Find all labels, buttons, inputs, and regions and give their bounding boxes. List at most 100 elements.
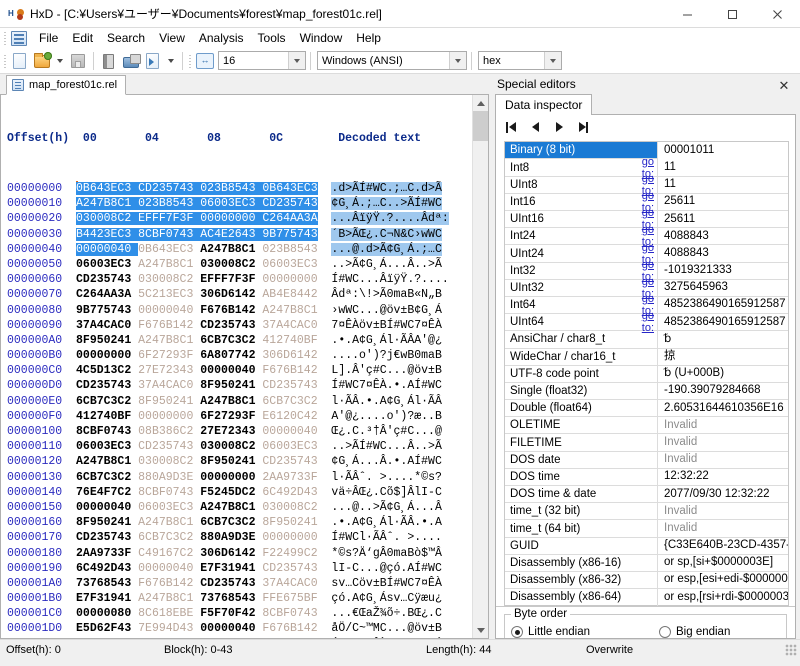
hex-group[interactable]: CD235743 [138, 182, 201, 196]
data-inspector-value[interactable]: 25611 [657, 210, 788, 228]
data-inspector-value[interactable]: -190.39079284668 [657, 382, 788, 400]
hex-group[interactable]: 06003EC3 [200, 197, 263, 211]
hex-group[interactable]: AC4E2643 [200, 227, 263, 241]
decoded-text[interactable]: A'@¿....o')?æ..B [331, 410, 441, 423]
hex-group[interactable]: 06003EC3 [262, 258, 317, 271]
data-inspector-value[interactable]: 2.60531644610356E16 [657, 399, 788, 417]
hex-group[interactable]: CD235743 [262, 197, 318, 211]
hex-row[interactable]: 000001B0 E7F31941 A247B8C1 73768543 FFE6… [7, 591, 472, 606]
close-button[interactable] [755, 0, 800, 28]
hex-group[interactable]: CD235743 [200, 319, 262, 332]
last-record-button[interactable] [576, 120, 590, 134]
hex-group[interactable]: 023B8543 [138, 197, 201, 211]
hex-group[interactable]: 8F950241 [262, 516, 317, 529]
hex-group[interactable]: 00000000 [262, 531, 317, 544]
hex-content[interactable]: Offset(h) 00 04 08 0C Decoded text 00000… [1, 95, 472, 638]
hex-group[interactable]: FFE675BF [262, 592, 317, 605]
menu-item-analysis[interactable]: Analysis [192, 29, 251, 47]
hex-group[interactable]: 880A9D3E [200, 531, 262, 544]
scrollbar-thumb[interactable] [473, 111, 488, 141]
hex-group[interactable]: 00000080 [76, 607, 138, 620]
hex-group[interactable]: 73768543 [76, 577, 138, 590]
hex-row[interactable]: 00000120 A247B8C1 030008C2 8F950241 CD23… [7, 454, 472, 469]
hex-group[interactable]: 412740BF [76, 410, 138, 423]
minimize-button[interactable] [665, 0, 710, 28]
hex-group[interactable]: CD235743 [76, 273, 138, 286]
menu-item-edit[interactable]: Edit [65, 29, 100, 47]
hex-group[interactable]: 0B643EC3 [138, 243, 200, 256]
hex-group[interactable]: 06003EC3 [262, 440, 317, 453]
data-inspector-value[interactable]: -1019321333 [657, 262, 788, 280]
encoding-select[interactable]: Windows (ANSI) [317, 51, 467, 70]
next-record-button[interactable] [552, 120, 566, 134]
go-to-link[interactable]: go to: [627, 310, 657, 334]
hex-group[interactable]: CD235743 [76, 531, 138, 544]
hex-group[interactable]: 4C5D13C2 [76, 364, 138, 377]
open-ram-button[interactable] [99, 51, 119, 71]
hex-group[interactable]: 8F950241 [76, 334, 138, 347]
decoded-text[interactable]: .d>ÃÍ#WC.;…C.d>Ã [331, 182, 442, 196]
hex-group[interactable]: 6CB7C3C2 [138, 531, 200, 544]
hex-group[interactable]: AB4E8442 [262, 288, 317, 301]
data-inspector-row[interactable]: UInt64 go to: 4852386490165912587 [505, 310, 788, 334]
data-inspector-row[interactable]: DOS date Invalid [505, 451, 788, 469]
data-inspector-value[interactable]: {C33E640B-23CD-4357-023B-8543 [657, 537, 788, 555]
data-inspector-row[interactable]: Disassembly (x86-16) or sp,[si+$0000003E] [505, 554, 788, 572]
hex-row[interactable]: 000000B0 00000000 6F27293F 6A807742 306D… [7, 348, 472, 363]
decoded-text[interactable]: ¢G¸Á...Â.•.AÍ#WC [331, 455, 441, 468]
hex-group[interactable]: 030008C2 [138, 455, 200, 468]
hex-group[interactable]: 306D6142 [200, 288, 262, 301]
hex-group[interactable]: A247B8C1 [138, 258, 200, 271]
hex-group[interactable]: 00000000 [200, 471, 262, 484]
hex-group[interactable]: 306D6142 [200, 547, 262, 560]
chevron-down-icon[interactable] [544, 52, 561, 69]
hex-group[interactable]: F676B142 [138, 577, 200, 590]
hex-group[interactable]: F5F70F42 [200, 607, 262, 620]
hex-row[interactable]: 00000160 8F950241 A247B8C1 6CB7C3C2 8F95… [7, 515, 472, 530]
hex-row[interactable]: 000001A0 73768543 F676B142 CD235743 37A4… [7, 576, 472, 591]
hex-row[interactable]: 00000070 C264AA3A 5C213EC3 306D6142 AB4E… [7, 287, 472, 302]
hex-group[interactable]: 37A4CAC0 [76, 319, 138, 332]
toolbar-drag-handle[interactable] [2, 52, 9, 69]
hex-group[interactable]: A247B8C1 [200, 243, 262, 256]
hex-group[interactable]: F676B142 [200, 304, 262, 317]
tab-map-forest01c-rel[interactable]: map_forest01c.rel [6, 75, 127, 95]
hex-row[interactable]: 00000150 00000040 06003EC3 A247B8C1 0300… [7, 500, 472, 515]
hex-row[interactable]: 00000140 76E4F7C2 8CBF0743 F5245DC2 6C49… [7, 485, 472, 500]
hex-group[interactable]: 306D6142 [262, 349, 317, 362]
hex-group[interactable]: F676B142 [262, 364, 317, 377]
hex-group[interactable]: 2AA9733F [262, 471, 317, 484]
hex-group[interactable]: 00000040 [200, 364, 262, 377]
hex-row[interactable]: 00000010 A247B8C1 023B8543 06003EC3 CD23… [7, 196, 472, 211]
hex-group[interactable]: 6C492D43 [76, 562, 138, 575]
data-inspector-table[interactable]: Binary (8 bit) 00001011 Int8 go to: 11 UInt8 g… [504, 141, 789, 607]
scroll-up-button[interactable] [473, 95, 488, 111]
hex-group[interactable]: E7F31941 [76, 592, 138, 605]
hex-group[interactable]: 8F950241 [200, 455, 262, 468]
chevron-down-icon[interactable] [449, 52, 466, 69]
hex-group[interactable]: 6A807742 [200, 349, 262, 362]
hex-row[interactable]: 00000190 6C492D43 00000040 E7F31941 CD23… [7, 561, 472, 576]
hex-group[interactable]: CD235743 [262, 379, 317, 392]
base-select[interactable]: hex [478, 51, 562, 70]
menu-item-view[interactable]: View [152, 29, 192, 47]
hex-row[interactable]: 00000090 37A4CAC0 F676B142 CD235743 37A4… [7, 318, 472, 333]
data-inspector-value[interactable]: Invalid [657, 519, 788, 538]
data-inspector-row[interactable]: FILETIME Invalid [505, 433, 788, 452]
decoded-text[interactable]: Œ¿.C.³†Â'ç#C...@ [331, 425, 441, 438]
toolbar-drag-handle-2[interactable] [187, 52, 194, 69]
menu-item-search[interactable]: Search [100, 29, 152, 47]
radio-big-endian[interactable]: Big endian [659, 626, 730, 639]
hex-group[interactable]: 37A4CAC0 [262, 319, 317, 332]
decoded-text[interactable]: ¢G¸Á.;…C..>ÃÍ#WC [331, 197, 442, 211]
hex-row[interactable]: 00000110 06003EC3 CD235743 030008C2 0600… [7, 439, 472, 454]
decoded-text[interactable]: ...ÂïÿŸ.?....Âdª: [331, 212, 449, 226]
hex-vertical-scrollbar[interactable] [472, 95, 488, 638]
hex-group[interactable]: 8F950241 [138, 395, 200, 408]
hex-group[interactable]: 00000040 [76, 242, 139, 256]
hex-group[interactable]: A247B8C1 [138, 592, 200, 605]
hex-group[interactable]: F5245DC2 [200, 486, 262, 499]
data-inspector-value[interactable]: 25611 [657, 193, 788, 211]
data-inspector-value[interactable]: 2077/09/30 12:32:22 [657, 485, 788, 503]
decoded-text[interactable]: ...@..>Ã¢G¸Á...Â [331, 501, 441, 514]
